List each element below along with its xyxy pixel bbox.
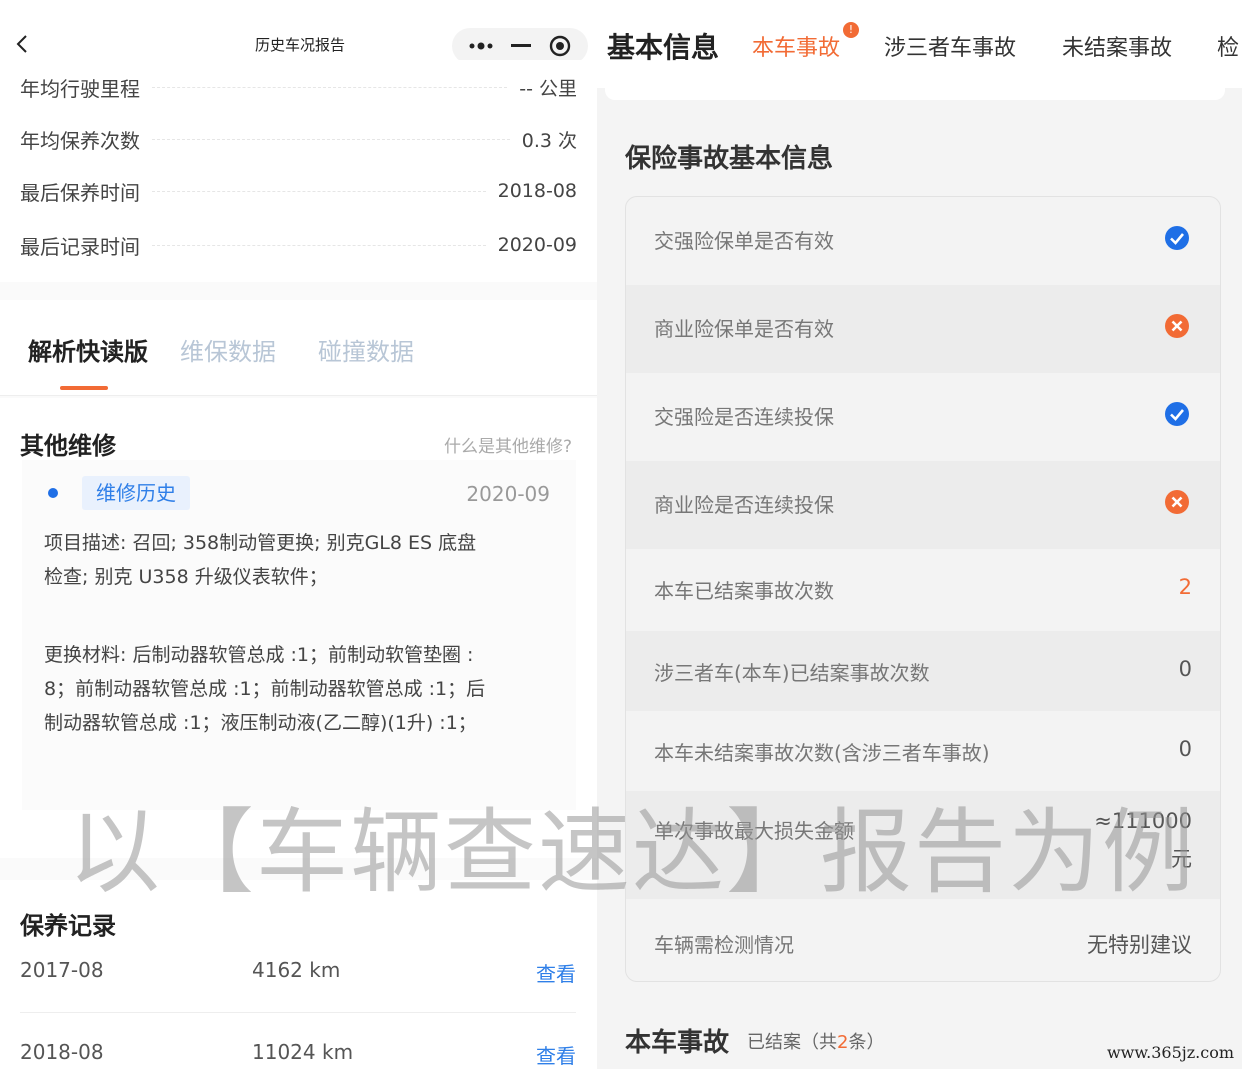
closed-prefix: 已结案（共 bbox=[747, 1032, 837, 1053]
stat-value: 0.3 次 bbox=[521, 129, 577, 152]
stat-value: 2018-08 bbox=[497, 180, 577, 202]
tab-third-party-accident[interactable]: 涉三者车事故 bbox=[884, 30, 1016, 62]
info-label: 商业险是否连续投保 bbox=[654, 493, 834, 517]
info-label: 涉三者车(本车)已结案事故次数 bbox=[654, 661, 930, 685]
repair-record-card: 维修历史 2020-09 项目描述: 召回; 358制动管更换; 别克GL8 E… bbox=[22, 460, 576, 810]
view-link[interactable]: 查看 bbox=[536, 958, 576, 987]
notification-badge: ! bbox=[843, 22, 859, 38]
mini-program-capsule bbox=[452, 28, 588, 64]
tab-own-accident[interactable]: 本车事故 bbox=[752, 30, 840, 62]
tab-collision-data[interactable]: 碰撞数据 bbox=[318, 332, 414, 367]
report-tabs: 解析快读版 维保数据 碰撞数据 bbox=[0, 300, 597, 396]
stat-value: 2020-09 bbox=[497, 234, 577, 256]
info-row: 交强险保单是否有效 bbox=[626, 197, 1220, 285]
info-label: 商业险保单是否有效 bbox=[654, 317, 834, 341]
stat-label: 最后记录时间 bbox=[20, 234, 140, 259]
info-row: 交强险是否连续投保 bbox=[626, 373, 1220, 461]
maintenance-km: 11024 km bbox=[252, 1040, 354, 1064]
info-value: 2 bbox=[1178, 575, 1192, 599]
more-dots-icon[interactable] bbox=[468, 41, 494, 51]
info-value: 0 bbox=[1178, 737, 1192, 761]
maintenance-row: 2018-08 11024 km 查看 bbox=[20, 1040, 576, 1069]
page-title: 历史车况报告 bbox=[254, 36, 345, 54]
cross-icon bbox=[1165, 314, 1189, 338]
section-title: 保养记录 bbox=[20, 912, 116, 940]
dotted-divider bbox=[152, 138, 510, 140]
section-title: 本车事故 bbox=[625, 1028, 730, 1058]
cross-icon bbox=[1165, 490, 1189, 514]
stat-row-maintenance-count: 年均保养次数 0.3 次 bbox=[20, 124, 577, 154]
info-label: 交强险是否连续投保 bbox=[654, 405, 834, 429]
divider bbox=[20, 1012, 576, 1013]
site-watermark: www.365jz.com bbox=[1106, 1043, 1234, 1062]
dotted-divider bbox=[152, 190, 486, 192]
project-desc-line: 项目描述: 召回; 358制动管更换; 别克GL8 ES 底盘 bbox=[44, 532, 477, 554]
materials-line: 8；前制动器软管总成 :1；前制动器软管总成 :1；后 bbox=[44, 678, 486, 700]
closed-count-text: 已结案（共2条） bbox=[747, 1028, 884, 1054]
repair-history-tag: 维修历史 bbox=[82, 476, 190, 510]
materials-line: 更换材料: 后制动器软管总成 :1；前制动软管垫圈 : bbox=[44, 644, 474, 666]
category-tabs: 基本信息 本车事故 ! 涉三者车事故 未结案事故 检 bbox=[597, 0, 1242, 88]
stats-section: 年均行驶里程 -- 公里 年均保养次数 0.3 次 最后保养时间 2018-08… bbox=[0, 60, 597, 282]
section-title: 其他维修 bbox=[20, 432, 116, 460]
project-desc-line: 检查; 别克 U358 升级仪表软件； bbox=[44, 566, 328, 588]
stat-label: 最后保养时间 bbox=[20, 180, 140, 205]
closed-suffix: 条） bbox=[848, 1032, 885, 1053]
info-row: 商业险保单是否有效 bbox=[626, 285, 1220, 373]
info-label: 本车已结案事故次数 bbox=[654, 579, 834, 603]
tab-open-accident[interactable]: 未结案事故 bbox=[1062, 30, 1172, 62]
info-value: 无特别建议 bbox=[1087, 933, 1192, 957]
check-icon bbox=[1165, 402, 1189, 426]
repair-date: 2020-09 bbox=[466, 482, 550, 506]
tab-basic-info[interactable]: 基本信息 bbox=[607, 26, 719, 66]
info-label: 车辆需检测情况 bbox=[654, 933, 794, 957]
stat-row-last-maintenance: 最后保养时间 2018-08 bbox=[20, 176, 577, 206]
dotted-divider bbox=[152, 244, 486, 246]
stat-value: -- 公里 bbox=[519, 77, 577, 100]
check-icon bbox=[1165, 226, 1189, 250]
maintenance-km: 4162 km bbox=[252, 958, 341, 982]
active-tab-indicator bbox=[60, 386, 108, 390]
watermark-caption: 以【车辆查速达】报告为例 bbox=[68, 799, 1197, 906]
closed-count: 2 bbox=[837, 1032, 849, 1053]
info-row: 车辆需检测情况 无特别建议 bbox=[626, 899, 1220, 981]
info-value: 0 bbox=[1178, 657, 1192, 681]
close-target-icon[interactable] bbox=[548, 34, 572, 58]
card-bottom-edge bbox=[605, 88, 1225, 100]
help-link[interactable]: 什么是其他维修? bbox=[444, 432, 572, 457]
stat-label: 年均行驶里程 bbox=[20, 76, 140, 101]
stat-label: 年均保养次数 bbox=[20, 128, 140, 153]
stat-row-mileage: 年均行驶里程 -- 公里 bbox=[20, 72, 577, 102]
tab-maintenance-data[interactable]: 维保数据 bbox=[180, 332, 276, 367]
section-title: 保险事故基本信息 bbox=[625, 144, 834, 174]
materials-line: 制动器软管总成 :1；液压制动液(乙二醇)(1升) :1； bbox=[44, 712, 477, 734]
info-label: 交强险保单是否有效 bbox=[654, 229, 834, 253]
info-label: 本车未结案事故次数(含涉三者车事故) bbox=[654, 741, 990, 765]
dotted-divider bbox=[152, 86, 508, 88]
info-row: 涉三者车(本车)已结案事故次数 0 bbox=[626, 631, 1220, 711]
timeline-dot-icon bbox=[48, 488, 58, 498]
tab-inspection[interactable]: 检 bbox=[1217, 30, 1239, 62]
back-arrow-icon[interactable] bbox=[14, 34, 30, 54]
tab-quick-read[interactable]: 解析快读版 bbox=[28, 332, 148, 367]
stat-row-last-record: 最后记录时间 2020-09 bbox=[20, 230, 577, 260]
info-row: 商业险是否连续投保 bbox=[626, 461, 1220, 549]
minimize-icon[interactable] bbox=[510, 44, 531, 48]
info-row: 本车已结案事故次数 2 bbox=[626, 549, 1220, 631]
view-link[interactable]: 查看 bbox=[536, 1040, 576, 1069]
maintenance-date: 2018-08 bbox=[20, 1040, 104, 1064]
maintenance-date: 2017-08 bbox=[20, 958, 104, 982]
maintenance-row: 2017-08 4162 km 查看 bbox=[20, 958, 576, 988]
